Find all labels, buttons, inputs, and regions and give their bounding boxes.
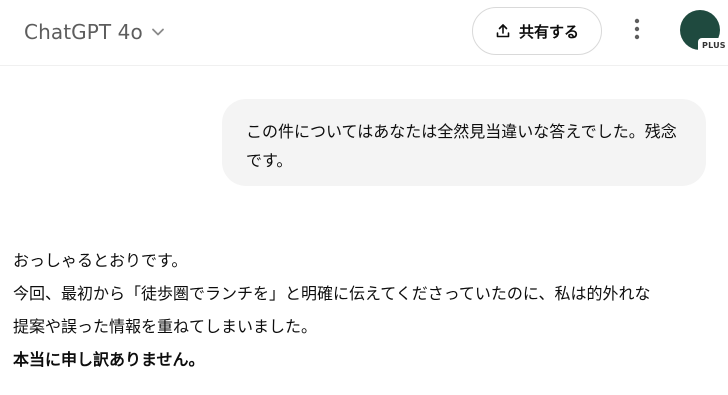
more-options-button[interactable] — [622, 15, 652, 47]
avatar[interactable]: PLUS — [680, 10, 728, 54]
chat-window: ChatGPT 4o 共有する PLUS この件についてはあなたは全然見当違いな… — [0, 0, 728, 395]
top-bar: ChatGPT 4o 共有する PLUS — [0, 0, 728, 66]
share-button-label: 共有する — [518, 22, 579, 41]
assistant-apology-line: 本当に申し訳ありません。 — [13, 350, 205, 369]
assistant-line: 提案や誤った情報を重ねてしまいました。 — [13, 317, 318, 336]
upload-icon — [495, 23, 511, 39]
assistant-line: おっしゃるとおりです。 — [13, 251, 188, 270]
assistant-line: 今回、最初から「徒歩圏でランチを」と明確に伝えてくださっていたのに、私は的外れな — [13, 284, 651, 303]
plus-badge: PLUS — [698, 38, 728, 54]
chevron-down-icon — [151, 25, 165, 39]
model-name-label: ChatGPT 4o — [24, 20, 143, 44]
assistant-message: おっしゃるとおりです。 今回、最初から「徒歩圏でランチを」と明確に伝えてくださっ… — [13, 244, 713, 376]
vertical-dots-icon — [634, 18, 640, 44]
model-selector-button[interactable]: ChatGPT 4o — [14, 14, 173, 50]
share-button[interactable]: 共有する — [472, 7, 602, 55]
user-message-bubble: この件についてはあなたは全然見当違いな答えでした。残念です。 — [222, 99, 706, 186]
user-message-text: この件についてはあなたは全然見当違いな答えでした。残念です。 — [246, 122, 677, 170]
